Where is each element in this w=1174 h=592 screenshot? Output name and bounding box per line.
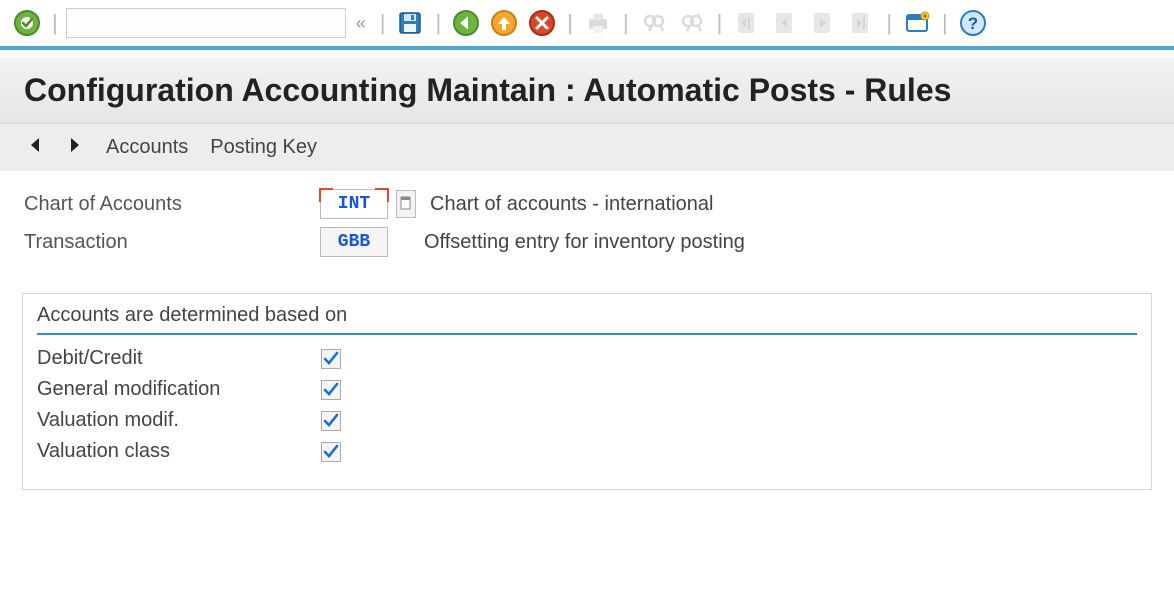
enter-ok-icon[interactable] — [10, 6, 44, 40]
prev-page-icon — [768, 6, 802, 40]
valuation-modif-checkbox[interactable] — [321, 411, 341, 431]
section-title: Accounts are determined based on — [37, 304, 1137, 335]
valuation-class-label: Valuation class — [37, 440, 321, 463]
debit-credit-label: Debit/Credit — [37, 347, 321, 370]
transaction-label: Transaction — [24, 231, 320, 254]
separator: | — [882, 10, 896, 36]
valuation-modif-label: Valuation modif. — [37, 409, 321, 432]
app-toolbar: Accounts Posting Key — [0, 123, 1174, 171]
posting-key-button[interactable]: Posting Key — [208, 134, 319, 161]
exit-icon[interactable] — [487, 6, 521, 40]
next-arrow-icon[interactable] — [64, 134, 86, 161]
next-page-icon — [806, 6, 840, 40]
general-modification-checkbox[interactable] — [321, 380, 341, 400]
debit-credit-checkbox[interactable] — [321, 349, 341, 369]
save-icon[interactable] — [393, 6, 427, 40]
new-session-icon[interactable] — [900, 6, 934, 40]
back-icon[interactable] — [449, 6, 483, 40]
search-help-icon[interactable] — [396, 190, 416, 218]
find-icon — [637, 6, 671, 40]
separator: | — [376, 10, 390, 36]
separator: | — [713, 10, 727, 36]
transaction-value: GBB — [338, 232, 370, 252]
find-next-icon: + — [675, 6, 709, 40]
rules-section: Accounts are determined based on Debit/C… — [22, 293, 1152, 490]
last-page-icon — [844, 6, 878, 40]
transaction-description: Offsetting entry for inventory posting — [424, 231, 745, 254]
chart-of-accounts-value: INT — [338, 194, 370, 214]
first-page-icon — [730, 6, 764, 40]
print-icon — [581, 6, 615, 40]
chart-of-accounts-description: Chart of accounts - international — [430, 193, 714, 216]
cancel-icon[interactable] — [525, 6, 559, 40]
separator: | — [431, 10, 445, 36]
accounts-button[interactable]: Accounts — [104, 134, 190, 161]
chart-of-accounts-label: Chart of Accounts — [24, 193, 320, 216]
prev-arrow-icon[interactable] — [24, 134, 46, 161]
header-form: Chart of Accounts INT Chart of accounts … — [0, 171, 1174, 275]
system-toolbar: | « | | | — [0, 0, 1174, 50]
command-field[interactable] — [66, 8, 346, 38]
separator: | — [563, 10, 577, 36]
transaction-field: GBB — [320, 227, 388, 257]
separator: | — [619, 10, 633, 36]
chart-of-accounts-field[interactable]: INT — [320, 189, 388, 219]
valuation-class-checkbox[interactable] — [321, 442, 341, 462]
svg-text:?: ? — [968, 14, 978, 33]
separator: | — [48, 10, 62, 36]
svg-text:+: + — [696, 10, 701, 20]
help-icon[interactable]: ? — [956, 6, 990, 40]
page-title: Configuration Accounting Maintain : Auto… — [0, 58, 1174, 123]
collapse-icon[interactable]: « — [350, 6, 372, 40]
separator: | — [938, 10, 952, 36]
general-modification-label: General modification — [37, 378, 321, 401]
